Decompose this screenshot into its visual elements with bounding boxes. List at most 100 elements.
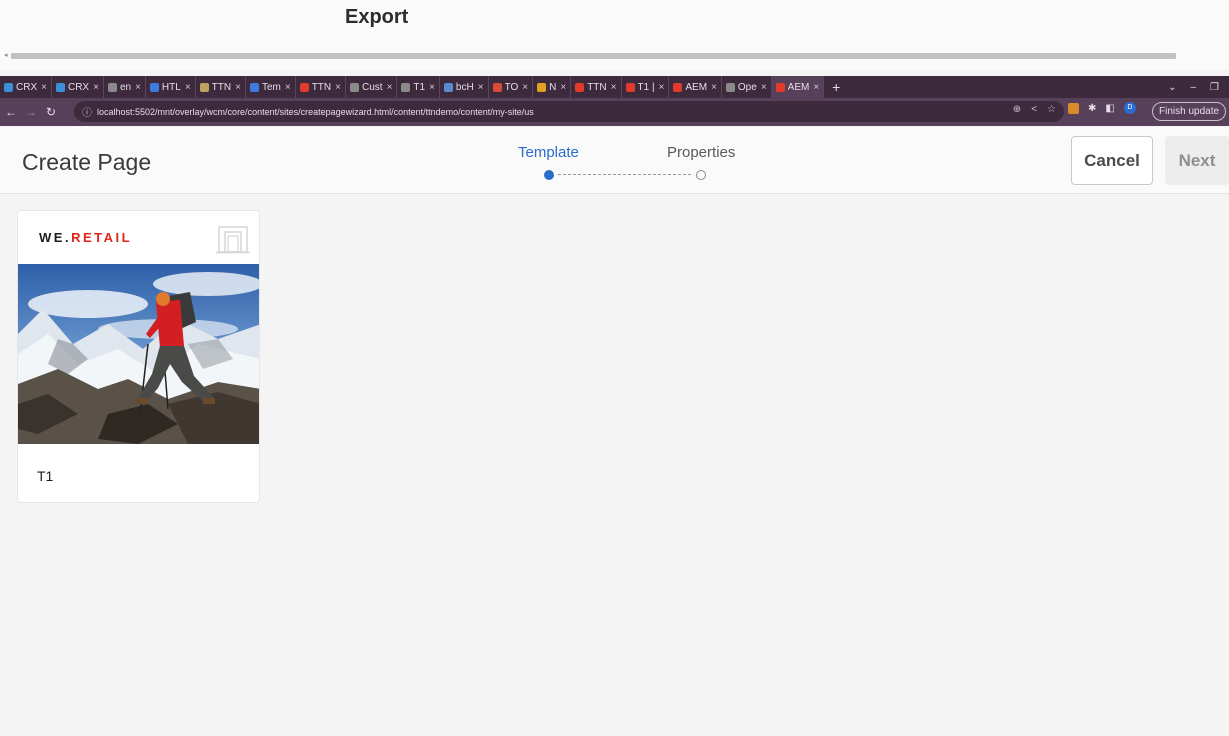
side-panel-icon[interactable]: ◧	[1105, 103, 1114, 114]
tab-close-icon[interactable]: ×	[335, 82, 341, 93]
tab-close-icon[interactable]: ×	[41, 82, 47, 93]
tab-close-icon[interactable]: ×	[285, 82, 291, 93]
tab-close-icon[interactable]: ×	[235, 82, 241, 93]
browser-tab[interactable]: CRX ×	[52, 76, 104, 98]
browser-tab[interactable]: Ope ×	[722, 76, 772, 98]
tab-search-icon[interactable]: ⌄	[1168, 82, 1176, 93]
brand-accent: RETAIL	[71, 230, 133, 245]
scroll-left-icon[interactable]: ◂	[4, 51, 8, 61]
step-pending-dot	[696, 170, 706, 180]
restore-icon[interactable]: ❐	[1210, 82, 1219, 93]
tab-favicon-icon	[350, 82, 359, 92]
site-info-icon[interactable]: ⓘ	[82, 104, 92, 119]
browser-tab[interactable]: AEM ×	[669, 76, 722, 98]
tab-close-icon[interactable]: ×	[611, 82, 617, 93]
browser-tab-bar: CRX × CRX × en × HTL × TTN × Tem × TTN × Cust × T1 × bcH × T…	[0, 76, 1229, 98]
scrollbar-thumb[interactable]	[11, 53, 1176, 59]
extension-icon[interactable]	[1068, 102, 1079, 114]
tab-favicon-icon	[249, 82, 259, 92]
template-thumbnail	[18, 264, 259, 444]
tab-close-icon[interactable]: ×	[93, 82, 99, 93]
tab-close-icon[interactable]: ×	[813, 82, 819, 93]
tab-favicon-icon	[775, 82, 785, 92]
browser-tab[interactable]: HTL ×	[146, 76, 196, 98]
profile-avatar[interactable]: D	[1123, 102, 1136, 114]
brand-logo: WE.RETAIL	[39, 230, 132, 245]
browser-tab[interactable]: T1 | ×	[622, 76, 670, 98]
tab-favicon-icon	[443, 82, 453, 92]
browser-tab[interactable]: T1 ×	[397, 76, 440, 98]
step-connector	[558, 174, 691, 175]
tab-favicon-icon	[537, 82, 547, 92]
step-properties[interactable]: Properties	[667, 144, 735, 161]
tab-favicon-icon	[149, 82, 159, 92]
tab-close-icon[interactable]: ×	[522, 82, 528, 93]
forward-icon[interactable]: →	[22, 105, 40, 119]
finish-update-button[interactable]: Finish update	[1152, 102, 1227, 121]
tab-favicon-icon	[625, 82, 635, 92]
next-button[interactable]: Next	[1165, 136, 1229, 185]
back-icon[interactable]: ←	[2, 105, 20, 119]
browser-tab[interactable]: AEM ×	[771, 76, 825, 98]
template-card[interactable]: WE.RETAIL T1	[17, 210, 260, 503]
export-title: Export	[345, 6, 409, 28]
template-icon	[216, 226, 250, 254]
address-bar[interactable]: ⓘ localhost:5502/mnt/overlay/wcm/core/co…	[74, 101, 1064, 122]
tab-close-icon[interactable]: ×	[711, 82, 717, 93]
tab-close-icon[interactable]: ×	[761, 82, 767, 93]
tab-close-icon[interactable]: ×	[478, 82, 484, 93]
tab-close-icon[interactable]: ×	[429, 82, 435, 93]
tab-favicon-icon	[401, 82, 411, 92]
browser-tab[interactable]: bcH ×	[440, 76, 489, 98]
window-controls: ⌄ – ❐	[1168, 82, 1229, 93]
browser-tab[interactable]: en ×	[104, 76, 146, 98]
browser-toolbar: ← → ↻ ⓘ localhost:5502/mnt/overlay/wcm/c…	[0, 98, 1229, 126]
tab-label: T1 |	[637, 81, 655, 93]
tab-label: T1	[413, 81, 426, 93]
export-header: Export ◂	[0, 0, 1229, 70]
puzzle-icon[interactable]: ✱	[1088, 103, 1096, 114]
browser-tab[interactable]: TTN ×	[571, 76, 622, 98]
tab-close-icon[interactable]: ×	[560, 82, 566, 93]
reload-icon[interactable]: ↻	[42, 105, 60, 119]
tab-favicon-icon	[575, 82, 585, 92]
browser-tab[interactable]: TTN ×	[196, 76, 246, 98]
tab-close-icon[interactable]: ×	[387, 82, 393, 93]
bookmark-star-icon[interactable]: ☆	[1047, 104, 1056, 115]
tab-favicon-icon	[673, 82, 683, 92]
cancel-button[interactable]: Cancel	[1071, 136, 1153, 185]
tab-label: AEM	[787, 81, 810, 93]
browser-tab[interactable]: TTN ×	[296, 76, 346, 98]
tab-close-icon[interactable]: ×	[185, 82, 191, 93]
tab-label: AEM	[685, 81, 708, 93]
new-tab-button[interactable]: +	[824, 79, 848, 95]
wizard-stepper	[544, 170, 706, 180]
url-text[interactable]: localhost:5502/mnt/overlay/wcm/core/cont…	[97, 107, 534, 117]
tab-label: TTN	[311, 81, 332, 93]
browser-tab[interactable]: N ×	[533, 76, 572, 98]
tab-label: TTN	[587, 81, 607, 93]
browser-tab[interactable]: Tem ×	[246, 76, 296, 98]
tab-label: en	[119, 81, 132, 93]
zoom-icon[interactable]: ⊕	[1013, 104, 1021, 115]
minimize-icon[interactable]: –	[1190, 82, 1196, 93]
tab-label: CRX	[16, 81, 38, 93]
page-title: Create Page	[22, 149, 152, 175]
tab-label: TO	[504, 81, 519, 93]
tab-favicon-icon	[725, 82, 735, 92]
tab-favicon-icon	[107, 82, 117, 92]
step-template[interactable]: Template	[518, 144, 579, 161]
browser-tab[interactable]: TO ×	[489, 76, 534, 98]
tab-label: Tem	[261, 81, 281, 93]
share-icon[interactable]: <	[1031, 104, 1037, 115]
tab-favicon-icon	[299, 82, 309, 92]
tab-close-icon[interactable]: ×	[659, 82, 665, 93]
browser-tab[interactable]: CRX ×	[0, 76, 52, 98]
tab-favicon-icon	[55, 82, 65, 92]
wizard-header: Create Page Template Properties Cancel N…	[0, 127, 1229, 194]
browser-tab[interactable]: Cust ×	[346, 76, 398, 98]
horizontal-scrollbar[interactable]: ◂	[4, 51, 1229, 61]
step-active-dot	[544, 170, 554, 180]
tab-close-icon[interactable]: ×	[135, 82, 141, 93]
brand-plain: WE.	[39, 230, 72, 245]
